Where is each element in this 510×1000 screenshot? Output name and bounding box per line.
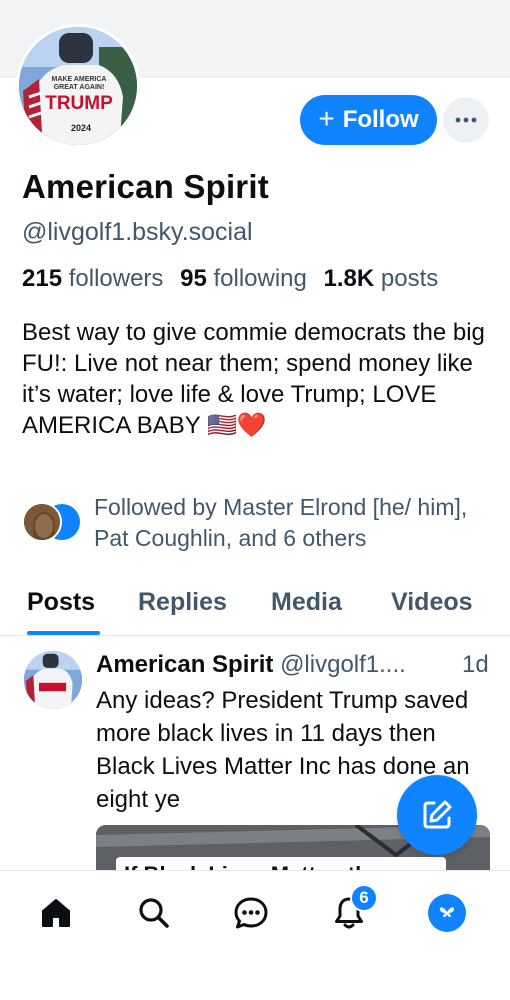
- search-icon: [139, 898, 169, 928]
- nav-home[interactable]: [32, 889, 80, 937]
- shirt-text-line2: GREAT AGAIN!: [54, 84, 105, 91]
- tab-posts[interactable]: Posts: [27, 588, 95, 617]
- following-link[interactable]: 95 following: [180, 265, 317, 292]
- tab-media[interactable]: Media: [271, 588, 342, 617]
- avatar-image: MAKE AMERICA GREAT AGAIN! TRUMP 2024: [19, 27, 137, 145]
- chat-icon: [234, 897, 268, 929]
- shirt-text-year: 2024: [71, 123, 91, 133]
- posts-stat: 1.8K posts: [324, 265, 449, 292]
- nav-chat[interactable]: [227, 889, 275, 937]
- post-avatar-image: [24, 651, 82, 709]
- shirt-text-trump: TRUMP: [45, 93, 113, 114]
- profile-stats: 215 followers 95 following 1.8K posts: [22, 265, 448, 293]
- follow-button-label: Follow: [342, 106, 419, 133]
- profile-bio: Best way to give commie democrats the bi…: [22, 319, 485, 439]
- followed-by-link[interactable]: Followed by Master Elrond [he/ him], Pat…: [22, 494, 502, 554]
- butterfly-icon: [440, 907, 454, 918]
- profile-avatar-small: [428, 894, 466, 932]
- follow-button[interactable]: + Follow: [300, 95, 437, 145]
- post-author-name[interactable]: American Spirit: [96, 651, 273, 678]
- profile-handle: @livgolf1.bsky.social: [22, 218, 253, 246]
- followers-link[interactable]: 215 followers: [22, 265, 173, 292]
- bottom-navigation: 6: [0, 870, 510, 1000]
- shirt-text-line1: MAKE AMERICA: [52, 76, 107, 83]
- plus-icon: +: [318, 102, 335, 134]
- active-tab-indicator: [27, 631, 100, 635]
- notifications-badge: 6: [350, 884, 378, 912]
- nav-search[interactable]: [130, 889, 178, 937]
- post-author-handle[interactable]: @livgolf1....: [280, 651, 406, 678]
- compose-button[interactable]: [397, 775, 477, 855]
- followers-label: followers: [68, 265, 164, 292]
- posts-label: posts: [380, 265, 439, 292]
- posts-count: 1.8K: [323, 265, 375, 292]
- profile-tabs: Posts Replies Media Videos: [0, 582, 510, 636]
- tab-videos[interactable]: Videos: [391, 588, 473, 617]
- home-icon: [42, 899, 70, 927]
- profile-display-name: American Spirit: [22, 168, 269, 205]
- profile-avatar[interactable]: MAKE AMERICA GREAT AGAIN! TRUMP 2024: [16, 24, 140, 148]
- post-timestamp[interactable]: 1d: [462, 651, 489, 679]
- compose-icon: [423, 800, 452, 829]
- tab-replies[interactable]: Replies: [138, 588, 227, 617]
- followers-count: 215: [22, 265, 63, 292]
- ellipsis-icon: [455, 117, 477, 123]
- post-author-avatar[interactable]: [24, 651, 82, 709]
- more-options-button[interactable]: [443, 97, 489, 143]
- post-header: American Spirit @livgolf1....: [96, 651, 406, 679]
- following-count: 95: [180, 265, 207, 292]
- followed-by-avatars: [22, 502, 82, 546]
- follower-avatar-1: [22, 502, 62, 542]
- followed-by-text: Followed by Master Elrond [he/ him], Pat…: [94, 494, 468, 551]
- nav-profile[interactable]: [423, 889, 471, 937]
- following-label: following: [213, 265, 307, 292]
